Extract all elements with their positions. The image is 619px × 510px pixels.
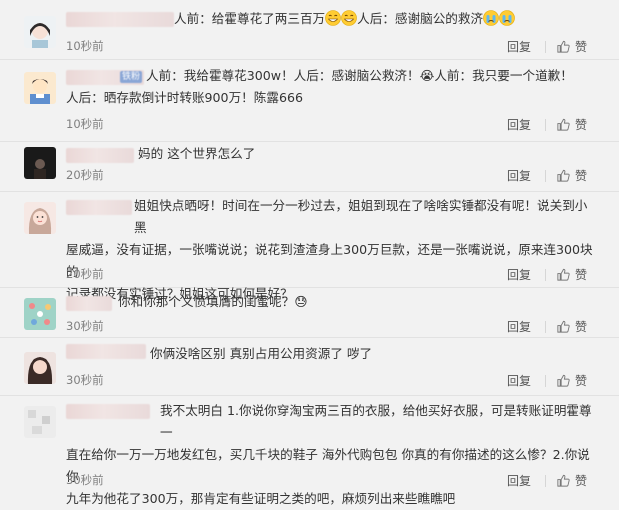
comment-item: 姐姐快点晒呀！时间在一分一秒过去，姐姐到现在了啥啥实锤都没有呢！说关到小黑 屋威…: [0, 192, 619, 301]
avatar[interactable]: [24, 298, 56, 330]
comment-time: 10秒前: [66, 117, 104, 131]
comment-item: 人前：给霍尊花了两三百万 人后：感谢脑公的救济 10秒前 回复 赞: [0, 0, 619, 60]
like-button[interactable]: 赞: [575, 266, 587, 283]
avatar[interactable]: [24, 16, 56, 48]
comment-time: 30秒前: [66, 319, 104, 333]
thumbs-up-icon[interactable]: [556, 473, 571, 488]
reply-button[interactable]: 回复: [507, 38, 531, 55]
like-button[interactable]: 赞: [575, 116, 587, 133]
comment-actions: 回复 赞: [507, 472, 587, 489]
comment-time: 20秒前: [66, 168, 104, 182]
thumbs-up-icon[interactable]: [556, 319, 571, 334]
thumbs-up-icon[interactable]: [556, 168, 571, 183]
comment-list: 人前：给霍尊花了两三百万 人后：感谢脑公的救济 10秒前 回复 赞 铁粉 人前：我…: [0, 0, 619, 506]
divider: [544, 320, 546, 333]
reply-button[interactable]: 回复: [507, 318, 531, 335]
avatar[interactable]: [24, 202, 56, 234]
comment-item: 你俩没啥区别 真别占用公用资源了 哕了 30秒前 回复 赞: [0, 338, 619, 396]
divider: [544, 268, 546, 281]
reply-button[interactable]: 回复: [507, 472, 531, 489]
username-blurred[interactable]: [66, 12, 174, 27]
avatar[interactable]: [24, 406, 56, 438]
comment-actions: 回复 赞: [507, 167, 587, 184]
comment-time: 30秒前: [66, 473, 104, 487]
thumbs-up-icon[interactable]: [556, 373, 571, 388]
thumbs-up-icon[interactable]: [556, 117, 571, 132]
divider: [544, 169, 546, 182]
comment-item: 妈的 这个世界怎么了 20秒前 回复 赞: [0, 142, 619, 192]
reply-button[interactable]: 回复: [507, 116, 531, 133]
comment-item: 铁粉 人前：我给霍尊花300w！人后：感谢脑公救济！😭人前：我只要一个道歉！ 人…: [0, 60, 619, 142]
divider: [544, 40, 546, 53]
crying-emoji-icon: [483, 10, 499, 26]
thumbs-up-icon[interactable]: [556, 39, 571, 54]
crying-emoji-icon: [499, 10, 515, 26]
comment-time: 20秒前: [66, 267, 104, 281]
comment-item: 你和你那个义愤填膺的闺蜜呢？😓 30秒前 回复 赞: [0, 288, 619, 338]
comment-time: 30秒前: [66, 373, 104, 387]
reply-button[interactable]: 回复: [507, 266, 531, 283]
like-button[interactable]: 赞: [575, 472, 587, 489]
reply-button[interactable]: 回复: [507, 372, 531, 389]
comment-text: 人前：给霍尊花了两三百万 人后：感谢脑公的救济: [174, 8, 599, 30]
username-blurred[interactable]: [66, 296, 112, 311]
like-button[interactable]: 赞: [575, 372, 587, 389]
comment-actions: 回复 赞: [507, 38, 587, 55]
comment-time: 10秒前: [66, 39, 104, 53]
comment-text: 你俩没啥区别 真别占用公用资源了 哕了: [150, 346, 373, 361]
comment-text: 我不太明白 1.你说你穿淘宝两三百的衣服，给他买好衣服，可是转账证明霍尊一 直在…: [66, 403, 592, 506]
avatar[interactable]: [24, 72, 56, 104]
reply-button[interactable]: 回复: [507, 167, 531, 184]
like-button[interactable]: 赞: [575, 167, 587, 184]
divider: [544, 118, 546, 131]
comment-item: 我不太明白 1.你说你穿淘宝两三百的衣服，给他买好衣服，可是转账证明霍尊一 直在…: [0, 396, 619, 506]
comment-actions: 回复 赞: [507, 266, 587, 283]
avatar[interactable]: [24, 352, 56, 384]
like-button[interactable]: 赞: [575, 38, 587, 55]
username-blurred[interactable]: [66, 148, 134, 163]
comment-text: 妈的 这个世界怎么了: [138, 146, 256, 161]
comment-actions: 回复 赞: [507, 372, 587, 389]
grin-emoji-icon: [341, 10, 357, 26]
avatar[interactable]: [24, 147, 56, 179]
divider: [544, 374, 546, 387]
username-blurred[interactable]: [66, 344, 146, 359]
divider: [544, 474, 546, 487]
comment-actions: 回复 赞: [507, 116, 587, 133]
comment-text: 人前：我给霍尊花300w！人后：感谢脑公救济！😭人前：我只要一个道歉！ 人后：晒…: [66, 68, 573, 105]
grin-emoji-icon: [325, 10, 341, 26]
comment-actions: 回复 赞: [507, 318, 587, 335]
thumbs-up-icon[interactable]: [556, 267, 571, 282]
comment-text: 你和你那个义愤填膺的闺蜜呢？😓: [118, 294, 308, 309]
like-button[interactable]: 赞: [575, 318, 587, 335]
